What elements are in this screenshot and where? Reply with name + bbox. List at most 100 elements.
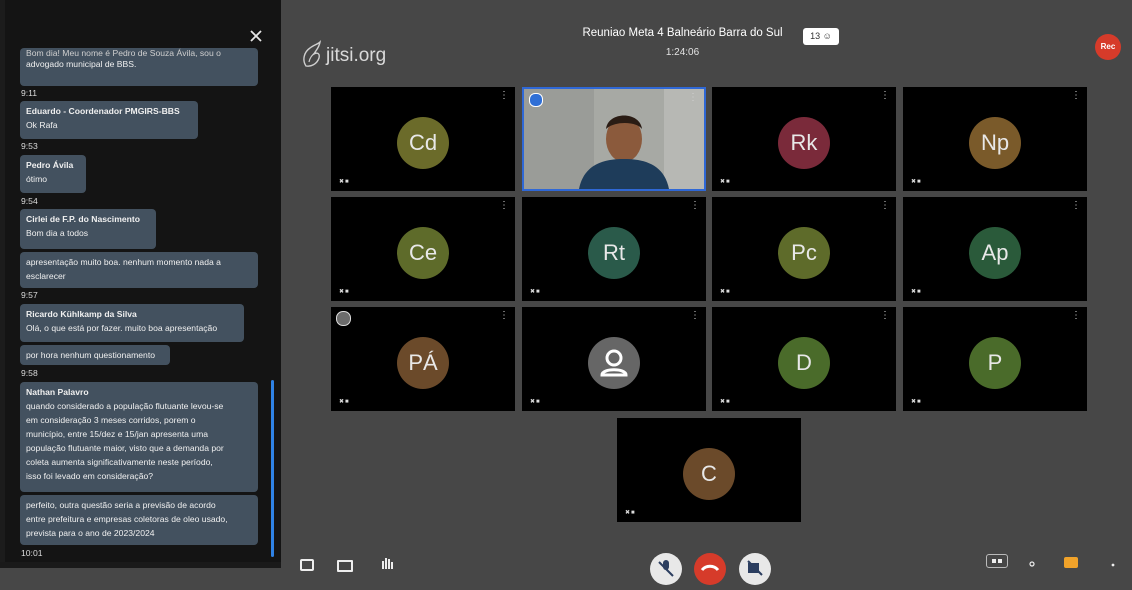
chat-scrollbar[interactable]	[271, 380, 274, 557]
mic-camera-off-icon: ✖■	[911, 399, 922, 405]
chat-message: Ricardo Kühlkamp da Silva Olá, o que est…	[20, 304, 244, 342]
jitsi-logo: jitsi.org	[300, 39, 410, 74]
hangup-button[interactable]	[694, 553, 726, 585]
chat-message: Bom dia! Meu nome é Pedro de Souza Ávila…	[20, 48, 258, 86]
participant-tile[interactable]: Np ✖■ ⋮	[903, 87, 1087, 191]
chat-timestamp: 9:57	[21, 290, 38, 300]
chat-message: Nathan Palavro quando considerado a popu…	[20, 382, 258, 492]
logo-text: jitsi.org	[326, 45, 387, 66]
screen-share-button[interactable]	[337, 557, 353, 572]
chat-toggle-button[interactable]	[300, 557, 314, 571]
more-vertical-icon	[1111, 563, 1115, 567]
participant-tile[interactable]: Rt ✖■ ⋮	[522, 197, 706, 301]
participant-tile[interactable]: ✖■ ⋮	[522, 307, 706, 411]
mute-mic-button[interactable]	[650, 553, 682, 585]
message-text: prevista para o ano de 2023/2024	[26, 528, 155, 538]
tile-menu-icon[interactable]: ⋮	[499, 201, 509, 211]
chat-message: perfeito, outra questão seria a previsão…	[20, 495, 258, 545]
meeting-title: Reuniao Meta 4 Balneário Barra do Sul	[582, 27, 783, 39]
participant-tile[interactable]: Cd ✖■ ⋮	[331, 87, 515, 191]
participant-tile[interactable]: Ce ✖■ ⋮	[331, 197, 515, 301]
participants-button[interactable]	[1028, 557, 1036, 568]
chat-timestamp: 9:58	[21, 368, 38, 378]
tile-menu-icon[interactable]: ⋮	[499, 311, 509, 321]
tile-menu-icon[interactable]: ⋮	[1071, 311, 1081, 321]
mic-camera-off-icon: ✖■	[339, 179, 350, 185]
participant-avatar: Ce	[397, 227, 449, 279]
mic-camera-off-icon: ✖■	[720, 289, 731, 295]
participant-tile[interactable]: Pc ✖■ ⋮	[712, 197, 896, 301]
meeting-duration: 1:24:06	[665, 47, 700, 58]
security-options-button[interactable]	[1064, 557, 1078, 568]
message-text: Bom dia a todos	[26, 228, 89, 238]
chat-panel: Bom dia! Meu nome é Pedro de Souza Ávila…	[0, 0, 281, 568]
more-options-button[interactable]	[1110, 557, 1116, 568]
chat-input-area[interactable]	[0, 562, 281, 568]
mic-camera-off-icon: ✖■	[911, 289, 922, 295]
participants-icon: ☺	[822, 31, 832, 41]
message-text: quando considerado a população flutuante…	[26, 401, 224, 411]
recording-badge: Rec	[1095, 34, 1121, 60]
message-text: município, entre 15/dez e 15/jan apresen…	[26, 429, 209, 439]
mic-camera-off-icon: ✖■	[720, 179, 731, 185]
tile-menu-icon[interactable]: ⋮	[880, 311, 890, 321]
message-sender: Eduardo - Coordenador PMGIRS-BBS	[26, 106, 180, 116]
participant-avatar	[588, 337, 640, 389]
message-sender: Pedro Ávila	[26, 160, 74, 170]
participant-tile[interactable]: ⋮	[522, 87, 706, 191]
person-icon	[1029, 561, 1035, 567]
tile-view-icon	[992, 559, 1002, 563]
default-user-icon	[600, 349, 628, 377]
message-text: esclarecer	[26, 271, 66, 281]
participant-count: 13	[810, 31, 821, 41]
mic-camera-off-icon: ✖■	[530, 399, 541, 405]
message-text: isso foi levado em consideração?	[26, 471, 154, 481]
participant-count-badge[interactable]: 13 ☺	[803, 28, 839, 45]
tile-menu-icon[interactable]: ⋮	[688, 93, 698, 103]
participant-avatar: Np	[969, 117, 1021, 169]
chat-icon	[300, 559, 314, 571]
message-text: Bom dia! Meu nome é Pedro de Souza Ávila…	[26, 48, 221, 57]
message-text: advogado municipal de BBS.	[26, 59, 137, 69]
message-text: Olá, o que está por fazer. muito boa apr…	[26, 323, 218, 333]
participant-avatar: PÁ	[397, 337, 449, 389]
tile-menu-icon[interactable]: ⋮	[1071, 91, 1081, 101]
participant-video	[524, 89, 704, 189]
chat-message: Pedro Ávila ótimo	[20, 155, 86, 193]
close-icon[interactable]	[246, 26, 266, 46]
raise-hand-icon	[382, 558, 393, 569]
moderator-badge-icon	[529, 93, 543, 107]
message-text: coleta aumenta significativamente neste …	[26, 457, 213, 467]
chat-timestamp: 9:54	[21, 196, 38, 206]
mic-off-icon	[658, 560, 674, 577]
tile-menu-icon[interactable]: ⋮	[690, 201, 700, 211]
message-text: Ok Rafa	[26, 120, 58, 130]
tile-menu-icon[interactable]: ⋮	[499, 91, 509, 101]
participant-avatar: Pc	[778, 227, 830, 279]
screen-share-icon	[337, 560, 353, 572]
participant-tile[interactable]: Rk ✖■ ⋮	[712, 87, 896, 191]
tile-menu-icon[interactable]: ⋮	[690, 311, 700, 321]
camera-toggle-button[interactable]	[739, 553, 771, 585]
tile-menu-icon[interactable]: ⋮	[880, 91, 890, 101]
message-text: população flutuante maior, visto que a d…	[26, 443, 224, 453]
message-text: apresentação muito boa. nenhum momento n…	[26, 257, 221, 267]
tile-menu-icon[interactable]: ⋮	[1071, 201, 1081, 211]
participant-tile[interactable]: C ✖■	[617, 418, 801, 522]
participant-tile[interactable]: P ✖■ ⋮	[903, 307, 1087, 411]
chat-messages: Bom dia! Meu nome é Pedro de Souza Ávila…	[0, 0, 281, 562]
message-text: por hora nenhum questionamento	[26, 350, 155, 360]
raise-hand-button[interactable]	[380, 556, 394, 569]
participant-tile[interactable]: D ✖■ ⋮	[712, 307, 896, 411]
tile-view-button[interactable]	[986, 554, 1008, 568]
participant-avatar: P	[969, 337, 1021, 389]
message-sender: Nathan Palavro	[26, 387, 89, 397]
message-text: entre prefeitura e empresas coletoras de…	[26, 514, 228, 524]
participant-tile[interactable]: Ap ✖■ ⋮	[903, 197, 1087, 301]
tile-menu-icon[interactable]: ⋮	[880, 201, 890, 211]
participant-avatar: Rt	[588, 227, 640, 279]
message-sender: Ricardo Kühlkamp da Silva	[26, 309, 137, 319]
participant-avatar: Rk	[778, 117, 830, 169]
participant-tile[interactable]: PÁ ✖■ ⋮	[331, 307, 515, 411]
jitsi-logo-icon	[300, 39, 324, 70]
